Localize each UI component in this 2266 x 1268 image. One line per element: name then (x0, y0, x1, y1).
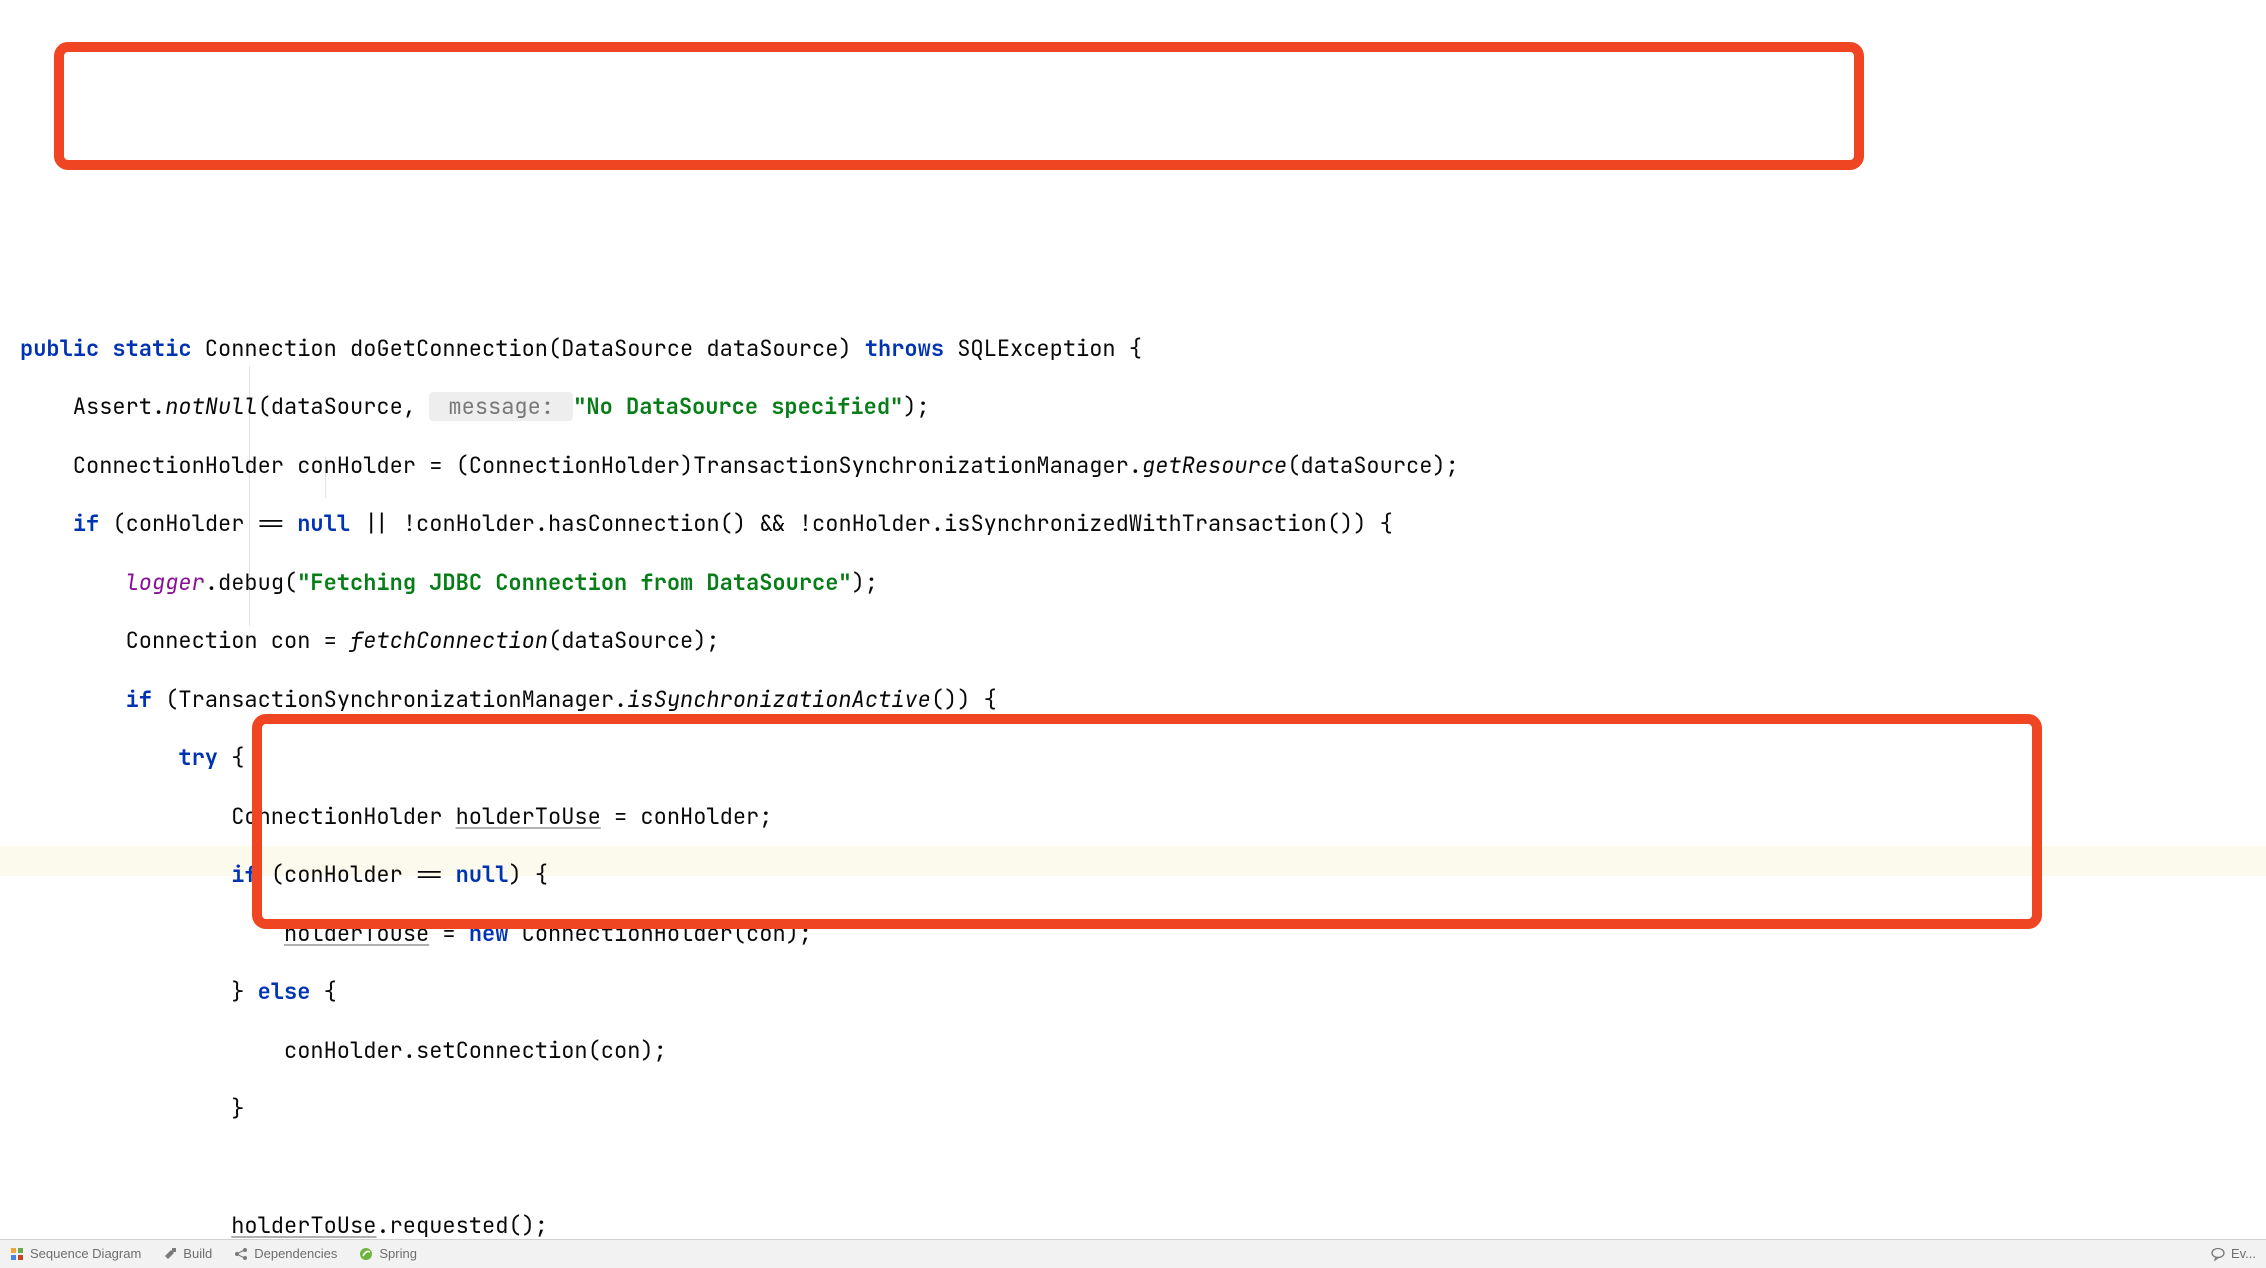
code-line[interactable] (20, 1153, 2266, 1182)
code-line[interactable]: holderToUse = new ConnectionHolder(con); (20, 919, 2266, 948)
code-line[interactable]: Assert.notNull(dataSource, message: "No … (20, 392, 2266, 421)
code-line[interactable]: } (20, 1094, 2266, 1123)
tool-spring[interactable]: Spring (359, 1245, 417, 1262)
bottom-toolbar: Sequence Diagram Build Dependencies Spri… (0, 1239, 2266, 1268)
dependencies-icon (234, 1247, 248, 1261)
code-line[interactable]: ConnectionHolder conHolder = (Connection… (20, 451, 2266, 480)
bubble-icon (2211, 1247, 2225, 1261)
hammer-icon (163, 1247, 177, 1261)
spring-icon (359, 1247, 373, 1261)
code-line[interactable]: conHolder.setConnection(con); (20, 1036, 2266, 1065)
tool-dependencies[interactable]: Dependencies (234, 1245, 337, 1262)
tool-event-log[interactable]: Ev... (2211, 1245, 2256, 1262)
code-line[interactable]: if (conHolder == null) { (20, 860, 2266, 889)
code-line[interactable]: try { (20, 743, 2266, 772)
code-line[interactable]: public static Connection doGetConnection… (20, 334, 2266, 363)
code-line[interactable]: ConnectionHolder holderToUse = conHolder… (20, 802, 2266, 831)
code-line[interactable]: logger.debug("Fetching JDBC Connection f… (20, 568, 2266, 597)
diagram-icon (10, 1247, 24, 1261)
highlight-box-top (54, 42, 1864, 170)
code-line[interactable]: if (conHolder == null || !conHolder.hasC… (20, 509, 2266, 538)
code-editor[interactable]: public static Connection doGetConnection… (0, 0, 2266, 1268)
code-line[interactable]: holderToUse.requested(); (20, 1211, 2266, 1240)
code-line[interactable]: } else { (20, 977, 2266, 1006)
code-line[interactable]: if (TransactionSynchronizationManager.is… (20, 685, 2266, 714)
tool-sequence-diagram[interactable]: Sequence Diagram (10, 1245, 141, 1262)
code-line[interactable]: Connection con = fetchConnection(dataSou… (20, 626, 2266, 655)
tool-build[interactable]: Build (163, 1245, 212, 1262)
param-hint: message: (429, 392, 573, 421)
